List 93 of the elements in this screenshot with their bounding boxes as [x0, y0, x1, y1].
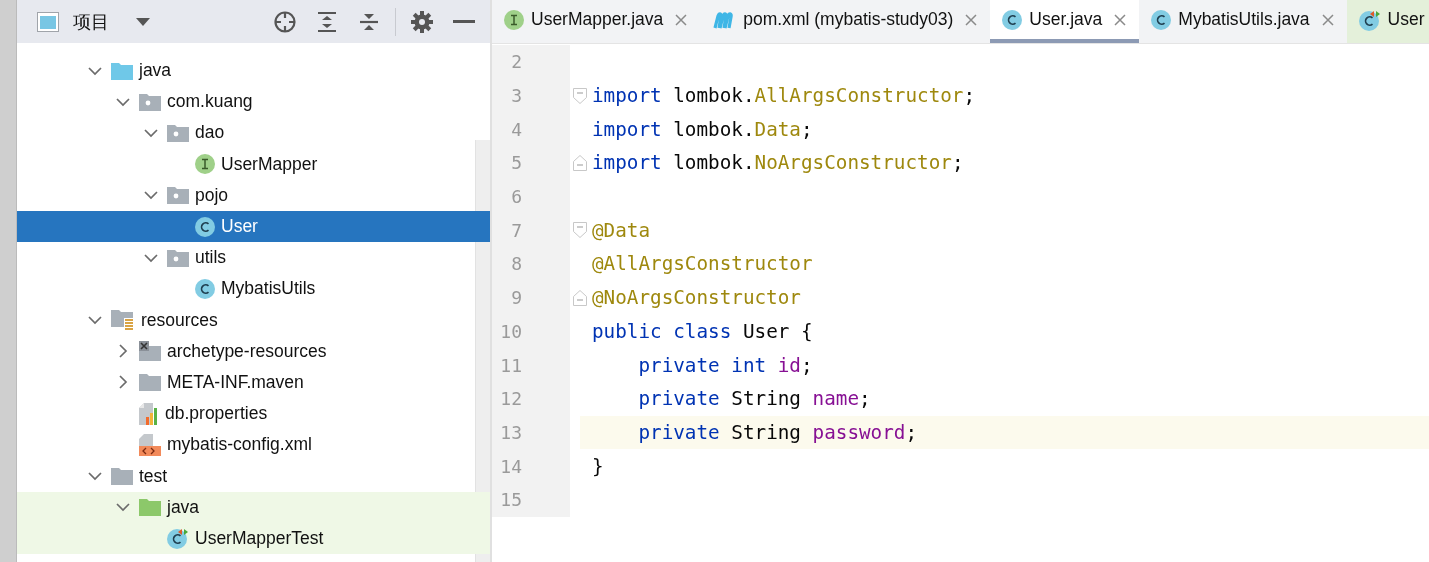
line-number: 4 [510, 118, 522, 140]
tree-item-label: test [139, 465, 168, 487]
interface-icon [195, 154, 215, 175]
package-icon [167, 123, 189, 142]
tree-item[interactable]: UserMapperTest [17, 522, 490, 554]
tree-item-label: utils [195, 247, 227, 269]
tree-item[interactable]: MybatisUtils [17, 273, 490, 305]
tree-item-label: UserMapperTest [195, 527, 324, 549]
test-class-icon [1358, 8, 1381, 31]
tree-item-label: MybatisUtils [221, 278, 316, 300]
editor-tab[interactable]: User.java [990, 0, 1140, 43]
resources-folder-icon [111, 309, 135, 332]
tree-item[interactable]: META-INF.maven [17, 366, 490, 399]
tab-label: MybatisUtils.java [1178, 9, 1310, 30]
line-number: 12 [499, 388, 522, 410]
tree-item[interactable]: java [17, 55, 490, 87]
tree-item[interactable]: java [17, 491, 490, 523]
tree-item[interactable]: User [17, 210, 490, 243]
folder-icon [139, 373, 161, 392]
line-number: 11 [499, 354, 522, 376]
tree-item[interactable]: UserMapper [17, 148, 490, 180]
tree-item-label: archetype-resources [167, 340, 327, 362]
folder-icon [111, 467, 133, 486]
caret-down-icon [136, 17, 150, 26]
expand-all-icon [316, 10, 338, 33]
line-number: 6 [510, 186, 522, 208]
code-line: @NoArgsConstructor [592, 286, 801, 310]
crosshair-icon [273, 9, 297, 34]
code-line: private int id; [637, 353, 813, 377]
code-line: private String name; [637, 387, 871, 411]
tree-item[interactable]: test [17, 460, 490, 492]
line-number: 13 [499, 421, 522, 443]
code-line: import lombok.AllArgsConstructor; [592, 84, 976, 108]
class-icon [195, 278, 215, 299]
tree-item-label: resources [141, 309, 218, 331]
line-number: 9 [510, 287, 522, 309]
package-icon [167, 248, 189, 267]
tree-item-label: dao [195, 122, 225, 144]
tree-item[interactable]: pojo [17, 179, 490, 211]
code-line: private String password; [637, 420, 918, 444]
tree-item[interactable]: resources [17, 304, 490, 336]
tree-item-label: META-INF.maven [167, 371, 304, 393]
code-line: import lombok.NoArgsConstructor; [592, 151, 964, 175]
editor-tab[interactable]: User [1346, 0, 1429, 43]
tree-item[interactable]: utils [17, 242, 490, 274]
line-number: 2 [510, 51, 522, 73]
tab-label: User [1387, 9, 1425, 30]
class-icon [1151, 9, 1172, 30]
tree-item[interactable]: db.properties [17, 398, 490, 430]
code-line: @AllArgsConstructor [592, 252, 813, 276]
window-icon [37, 11, 59, 32]
class-icon [195, 216, 215, 237]
line-number: 15 [499, 489, 522, 511]
package-icon [139, 92, 161, 111]
excluded-folder-icon [139, 341, 161, 362]
folder-icon [139, 498, 161, 517]
tree-item-label: UserMapper [221, 153, 318, 175]
code-line: @Data [592, 218, 651, 242]
code-line: import lombok.Data; [592, 117, 813, 141]
chevron-right-icon[interactable] [116, 344, 130, 359]
line-number: 3 [510, 85, 522, 107]
package-icon [167, 186, 189, 205]
tree-item[interactable]: com.kuang [17, 86, 490, 118]
class-icon [1002, 9, 1023, 30]
line-number: 10 [499, 320, 522, 342]
tree-item[interactable]: archetype-resources [17, 335, 490, 367]
code-line: } [592, 454, 604, 478]
line-number: 8 [510, 253, 522, 275]
tree-item-label: com.kuang [167, 91, 253, 113]
tab-label: UserMapper.java [531, 9, 664, 30]
tree-item[interactable]: dao [17, 117, 490, 149]
interface-icon [504, 9, 524, 30]
tree-item[interactable]: mybatis-config.xml [17, 429, 490, 461]
tree-item-label: pojo [195, 184, 229, 206]
xml-file-icon [139, 433, 161, 456]
line-number: 14 [499, 455, 522, 477]
tab-label: User.java [1029, 9, 1103, 30]
minimize-icon [453, 19, 475, 24]
folder-icon [111, 61, 133, 80]
properties-file-icon [139, 402, 159, 425]
tree-item-label: java [167, 496, 200, 518]
code-line: public class User { [592, 319, 813, 343]
panel-title: 项目 [73, 10, 109, 34]
tree-item-label: java [139, 60, 172, 82]
line-number: 7 [510, 219, 522, 241]
tree-item-label: db.properties [165, 403, 268, 425]
line-number: 5 [510, 152, 522, 174]
chevron-right-icon[interactable] [116, 375, 130, 390]
settings-icon [411, 10, 433, 33]
tree-item-label: mybatis-config.xml [167, 434, 312, 456]
tab-label: pom.xml (mybatis-study03) [743, 9, 954, 30]
tree-item-label: User [221, 216, 258, 238]
test-class-icon [167, 527, 189, 550]
